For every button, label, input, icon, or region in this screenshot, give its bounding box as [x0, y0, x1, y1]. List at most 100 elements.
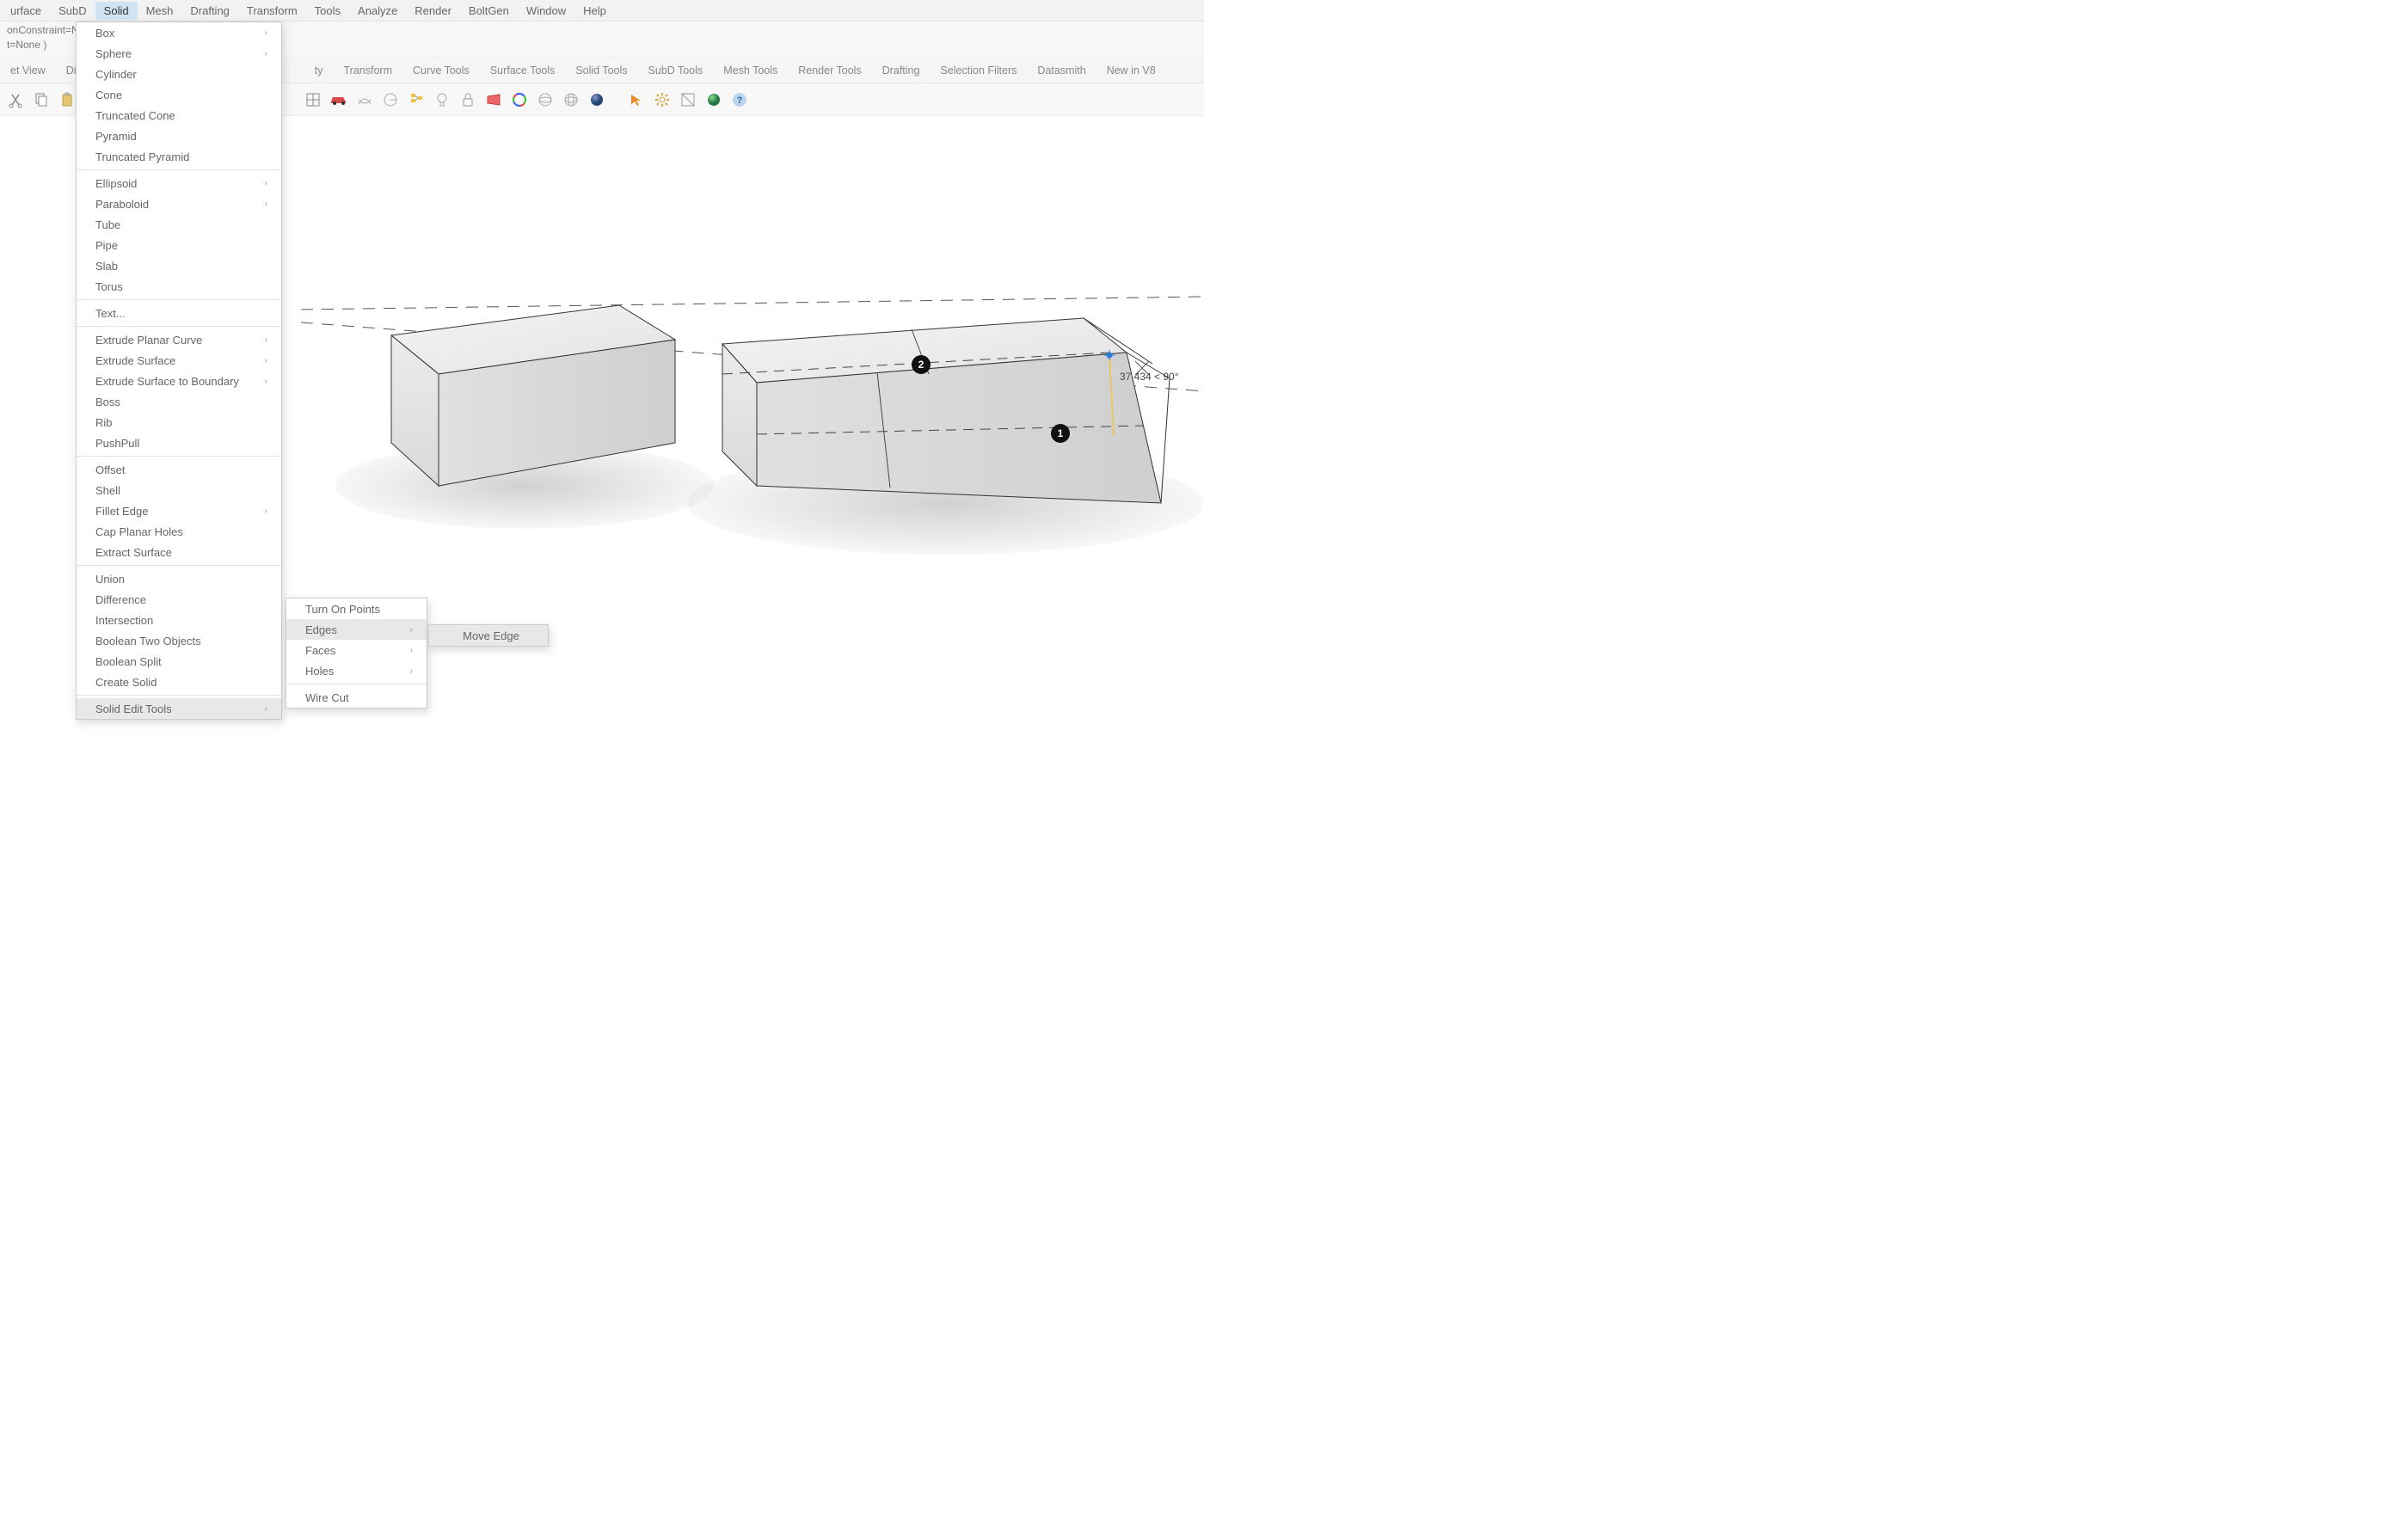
- chevron-right-icon: ›: [265, 335, 267, 345]
- submenu-turn-on-points[interactable]: Turn On Points: [286, 598, 427, 619]
- tab-surface-tools[interactable]: Surface Tools: [480, 59, 566, 82]
- menu-rib[interactable]: Rib: [77, 412, 281, 433]
- menu-create-solid[interactable]: Create Solid: [77, 672, 281, 692]
- menu-slab[interactable]: Slab: [77, 255, 281, 276]
- submenu-wire-cut[interactable]: Wire Cut: [286, 687, 427, 708]
- chevron-right-icon: ›: [265, 377, 267, 386]
- menu-cap-planar-holes[interactable]: Cap Planar Holes: [77, 521, 281, 542]
- rainbow-ring-icon[interactable]: [509, 89, 530, 110]
- dimension-readout: 37.434 < 90°: [1120, 371, 1179, 383]
- menu-cylinder[interactable]: Cylinder: [77, 64, 281, 84]
- menu-extrude-surface-to-boundary[interactable]: Extrude Surface to Boundary›: [77, 371, 281, 391]
- menu-group-extrude: Extrude Planar Curve› Extrude Surface› E…: [77, 329, 281, 453]
- surface-red-icon[interactable]: [483, 89, 504, 110]
- menu-truncated-pyramid[interactable]: Truncated Pyramid: [77, 146, 281, 167]
- menu-item-tools[interactable]: Tools: [306, 2, 349, 20]
- measure-frame-icon[interactable]: [678, 89, 698, 110]
- submenu-faces[interactable]: Faces›: [286, 640, 427, 660]
- chevron-right-icon: ›: [410, 666, 413, 676]
- menu-intersection[interactable]: Intersection: [77, 610, 281, 630]
- globe-grid-icon[interactable]: [561, 89, 581, 110]
- tab-mesh-tools[interactable]: Mesh Tools: [713, 59, 788, 82]
- menu-boss[interactable]: Boss: [77, 391, 281, 412]
- green-sphere-icon[interactable]: [703, 89, 724, 110]
- tab-new-in-v8[interactable]: New in V8: [1096, 59, 1166, 82]
- tab-subd-tools[interactable]: SubD Tools: [638, 59, 714, 82]
- menu-item-solid[interactable]: Solid: [95, 2, 138, 20]
- menu-truncated-cone[interactable]: Truncated Cone: [77, 105, 281, 126]
- menu-fillet-edge[interactable]: Fillet Edge›: [77, 500, 281, 521]
- solid-dropdown-menu: Box› Sphere› Cylinder Cone Truncated Con…: [76, 21, 282, 720]
- menu-shell[interactable]: Shell: [77, 480, 281, 500]
- tab-set-view[interactable]: et View: [0, 59, 56, 82]
- callout-2: 2: [912, 355, 931, 374]
- tab-transform[interactable]: Transform: [334, 59, 403, 82]
- menu-offset[interactable]: Offset: [77, 459, 281, 480]
- chevron-right-icon: ›: [265, 506, 267, 516]
- callout-1: 1: [1051, 424, 1070, 443]
- tab-ty[interactable]: ty: [304, 59, 334, 82]
- menu-sphere[interactable]: Sphere›: [77, 43, 281, 64]
- menu-extrude-planar-curve[interactable]: Extrude Planar Curve›: [77, 329, 281, 350]
- chevron-right-icon: ›: [265, 704, 267, 714]
- tab-curve-tools[interactable]: Curve Tools: [402, 59, 480, 82]
- menu-cone[interactable]: Cone: [77, 84, 281, 105]
- menu-item-surface[interactable]: urface: [2, 2, 50, 20]
- menu-box[interactable]: Box›: [77, 22, 281, 43]
- copy-icon[interactable]: [31, 89, 52, 110]
- cursor-orange-icon[interactable]: [626, 89, 647, 110]
- cut-icon[interactable]: [5, 89, 26, 110]
- menu-extrude-surface[interactable]: Extrude Surface›: [77, 350, 281, 371]
- paste-icon[interactable]: [57, 89, 77, 110]
- tab-render-tools[interactable]: Render Tools: [788, 59, 871, 82]
- car-icon[interactable]: [329, 89, 349, 110]
- tab-drafting[interactable]: Drafting: [872, 59, 931, 82]
- menu-pushpull[interactable]: PushPull: [77, 433, 281, 453]
- menu-item-boltgen[interactable]: BoltGen: [460, 2, 518, 20]
- chevron-right-icon: ›: [265, 199, 267, 209]
- bulb-icon[interactable]: [432, 89, 452, 110]
- menu-item-analyze[interactable]: Analyze: [349, 2, 406, 20]
- menu-group-boolean: Union Difference Intersection Boolean Tw…: [77, 568, 281, 692]
- menu-paraboloid[interactable]: Paraboloid›: [77, 193, 281, 214]
- menu-text[interactable]: Text...: [77, 303, 281, 323]
- curve-net-icon[interactable]: [354, 89, 375, 110]
- gear-icon[interactable]: [652, 89, 673, 110]
- wireframe-sphere-icon[interactable]: [535, 89, 556, 110]
- submenu-edges[interactable]: Edges›: [286, 619, 427, 640]
- menu-difference[interactable]: Difference: [77, 589, 281, 610]
- tab-datasmith[interactable]: Datasmith: [1027, 59, 1096, 82]
- submenu-holes[interactable]: Holes›: [286, 660, 427, 681]
- help-icon[interactable]: ?: [729, 89, 750, 110]
- menu-item-subd[interactable]: SubD: [50, 2, 95, 20]
- menu-boolean-split[interactable]: Boolean Split: [77, 651, 281, 672]
- menu-group-primitives: Box› Sphere› Cylinder Cone Truncated Con…: [77, 22, 281, 167]
- grid-icon[interactable]: [303, 89, 323, 110]
- tree-icon[interactable]: [406, 89, 427, 110]
- menu-item-drafting[interactable]: Drafting: [181, 2, 238, 20]
- menu-item-help[interactable]: Help: [574, 2, 615, 20]
- menu-torus[interactable]: Torus: [77, 276, 281, 297]
- submenu-move-edge[interactable]: Move Edge: [429, 625, 548, 646]
- render-sphere-icon[interactable]: [587, 89, 607, 110]
- menu-union[interactable]: Union: [77, 568, 281, 589]
- lock-icon[interactable]: [458, 89, 478, 110]
- menu-boolean-two-objects[interactable]: Boolean Two Objects: [77, 630, 281, 651]
- menu-item-transform[interactable]: Transform: [238, 2, 306, 20]
- menu-solid-edit-tools[interactable]: Solid Edit Tools›: [77, 698, 281, 719]
- main-menubar: urface SubD Solid Mesh Drafting Transfor…: [0, 0, 1204, 21]
- menu-pipe[interactable]: Pipe: [77, 235, 281, 255]
- arc-dim-icon[interactable]: [380, 89, 401, 110]
- tab-selection-filters[interactable]: Selection Filters: [930, 59, 1027, 82]
- chevron-right-icon: ›: [265, 28, 267, 38]
- chevron-right-icon: ›: [410, 625, 413, 635]
- menu-ellipsoid[interactable]: Ellipsoid›: [77, 173, 281, 193]
- tab-solid-tools[interactable]: Solid Tools: [565, 59, 637, 82]
- menu-item-mesh[interactable]: Mesh: [138, 2, 182, 20]
- menu-extract-surface[interactable]: Extract Surface: [77, 542, 281, 562]
- menu-item-window[interactable]: Window: [518, 2, 574, 20]
- chevron-right-icon: ›: [410, 646, 413, 655]
- menu-tube[interactable]: Tube: [77, 214, 281, 235]
- menu-pyramid[interactable]: Pyramid: [77, 126, 281, 146]
- menu-item-render[interactable]: Render: [406, 2, 460, 20]
